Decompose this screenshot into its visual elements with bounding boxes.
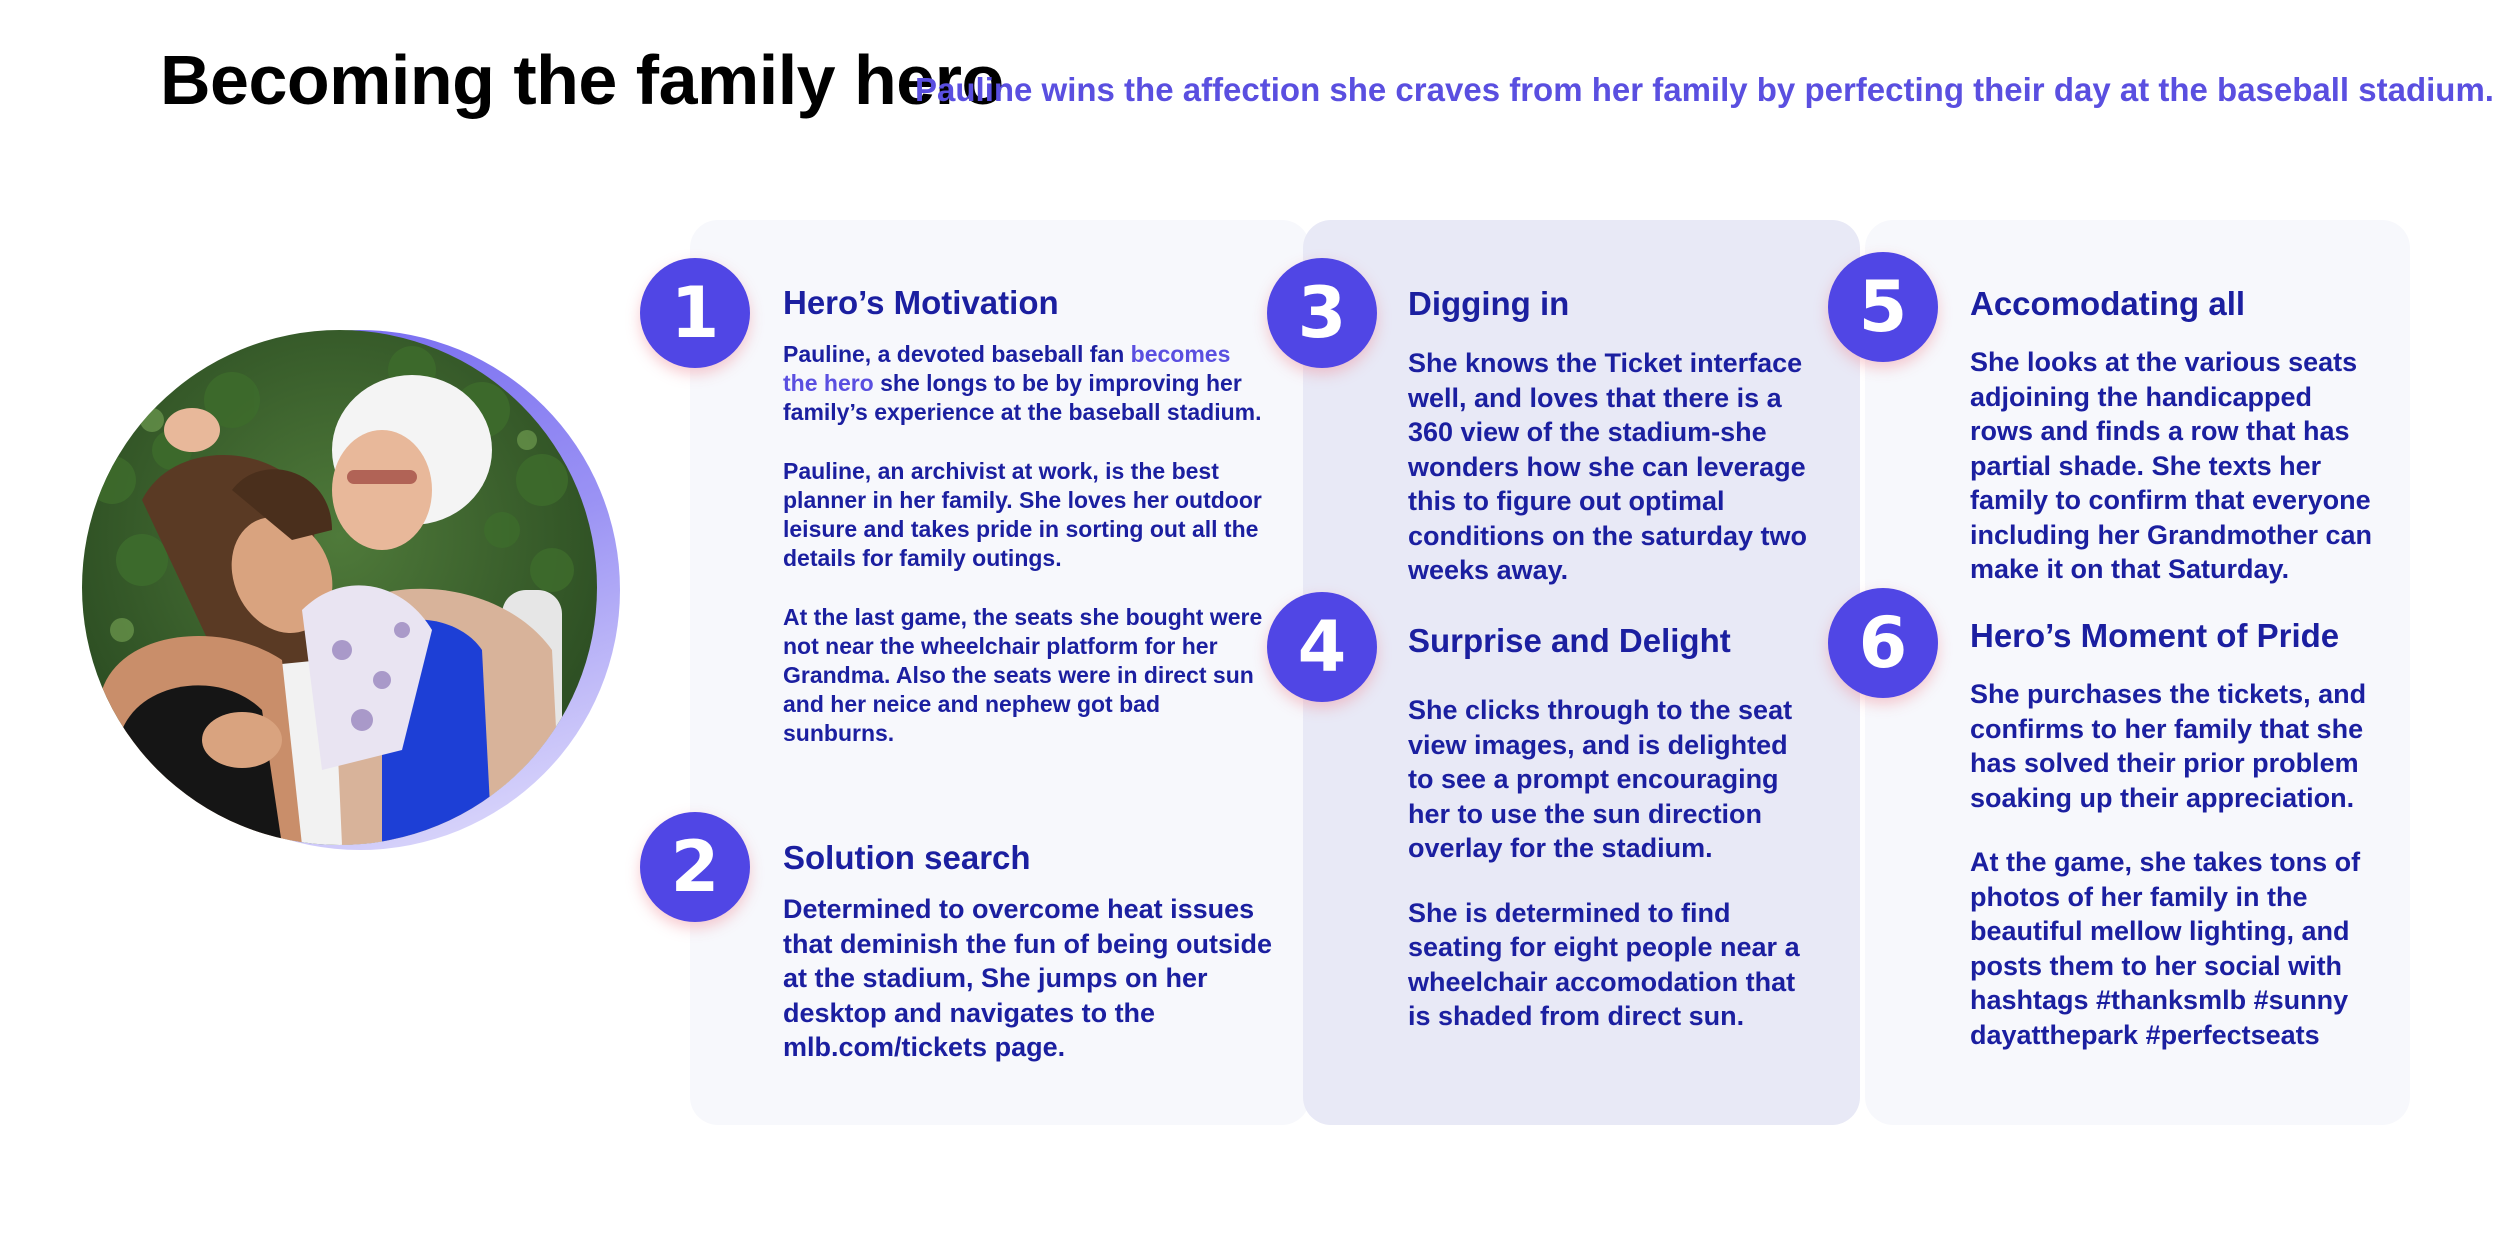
page-subtitle: Pauline wins the affection she craves fr…	[915, 71, 2494, 108]
step-title: Surprise and Delight	[1408, 622, 1731, 659]
step-paragraph: Pauline, a devoted baseball fan becomes …	[783, 340, 1263, 427]
step-body: Determined to overcome heat issues that …	[783, 892, 1288, 1095]
step-paragraph: She looks at the various seats adjoining…	[1970, 347, 2373, 584]
step-number-badge: 4	[1267, 592, 1377, 702]
step-text: Pauline, a devoted baseball fan	[783, 341, 1131, 367]
step-paragraph: At the game, she takes tons of photos of…	[1970, 847, 2361, 1050]
page-title: Becoming the family hero	[160, 41, 1004, 119]
step-title: Hero’s Moment of Pride	[1970, 617, 2340, 654]
step-paragraph: She purchases the tickets, and confirms …	[1970, 679, 2367, 813]
step-paragraph: At the last game, the seats she bought w…	[783, 604, 1263, 746]
step-paragraph: She knows the Ticket interface well, and…	[1408, 348, 1808, 585]
step-body: She clicks through to the seat view imag…	[1408, 693, 1818, 1064]
step-title: Digging in	[1408, 285, 1570, 322]
step-paragraph: She is determined to find seating for ei…	[1408, 897, 1800, 1032]
step-paragraph: Determined to overcome heat issues that …	[783, 894, 1272, 1062]
step-title: Hero’s Motivation	[783, 284, 1059, 321]
step-number-badge: 6	[1828, 588, 1938, 698]
step-paragraph: Pauline, an archivist at work, is the be…	[783, 458, 1262, 571]
step-body: She looks at the various seats adjoining…	[1970, 345, 2380, 617]
header: Becoming the family hero Pauline wins th…	[160, 40, 2494, 130]
step-body: She purchases the tickets, and confirms …	[1970, 677, 2380, 1082]
persona-photo-illustration	[82, 330, 597, 845]
step-title: Accomodating all	[1970, 285, 2246, 322]
step-body: She knows the Ticket interface well, and…	[1408, 346, 1818, 618]
step-number-badge: 2	[640, 812, 750, 922]
step-body: Pauline, a devoted baseball fan becomes …	[783, 340, 1263, 778]
step-title: Solution search	[783, 839, 1031, 876]
step-number-badge: 1	[640, 258, 750, 368]
step-number-badge: 5	[1828, 252, 1938, 362]
step-paragraph: She clicks through to the seat view imag…	[1408, 695, 1793, 863]
persona-photo	[82, 330, 597, 845]
step-number-badge: 3	[1267, 258, 1377, 368]
